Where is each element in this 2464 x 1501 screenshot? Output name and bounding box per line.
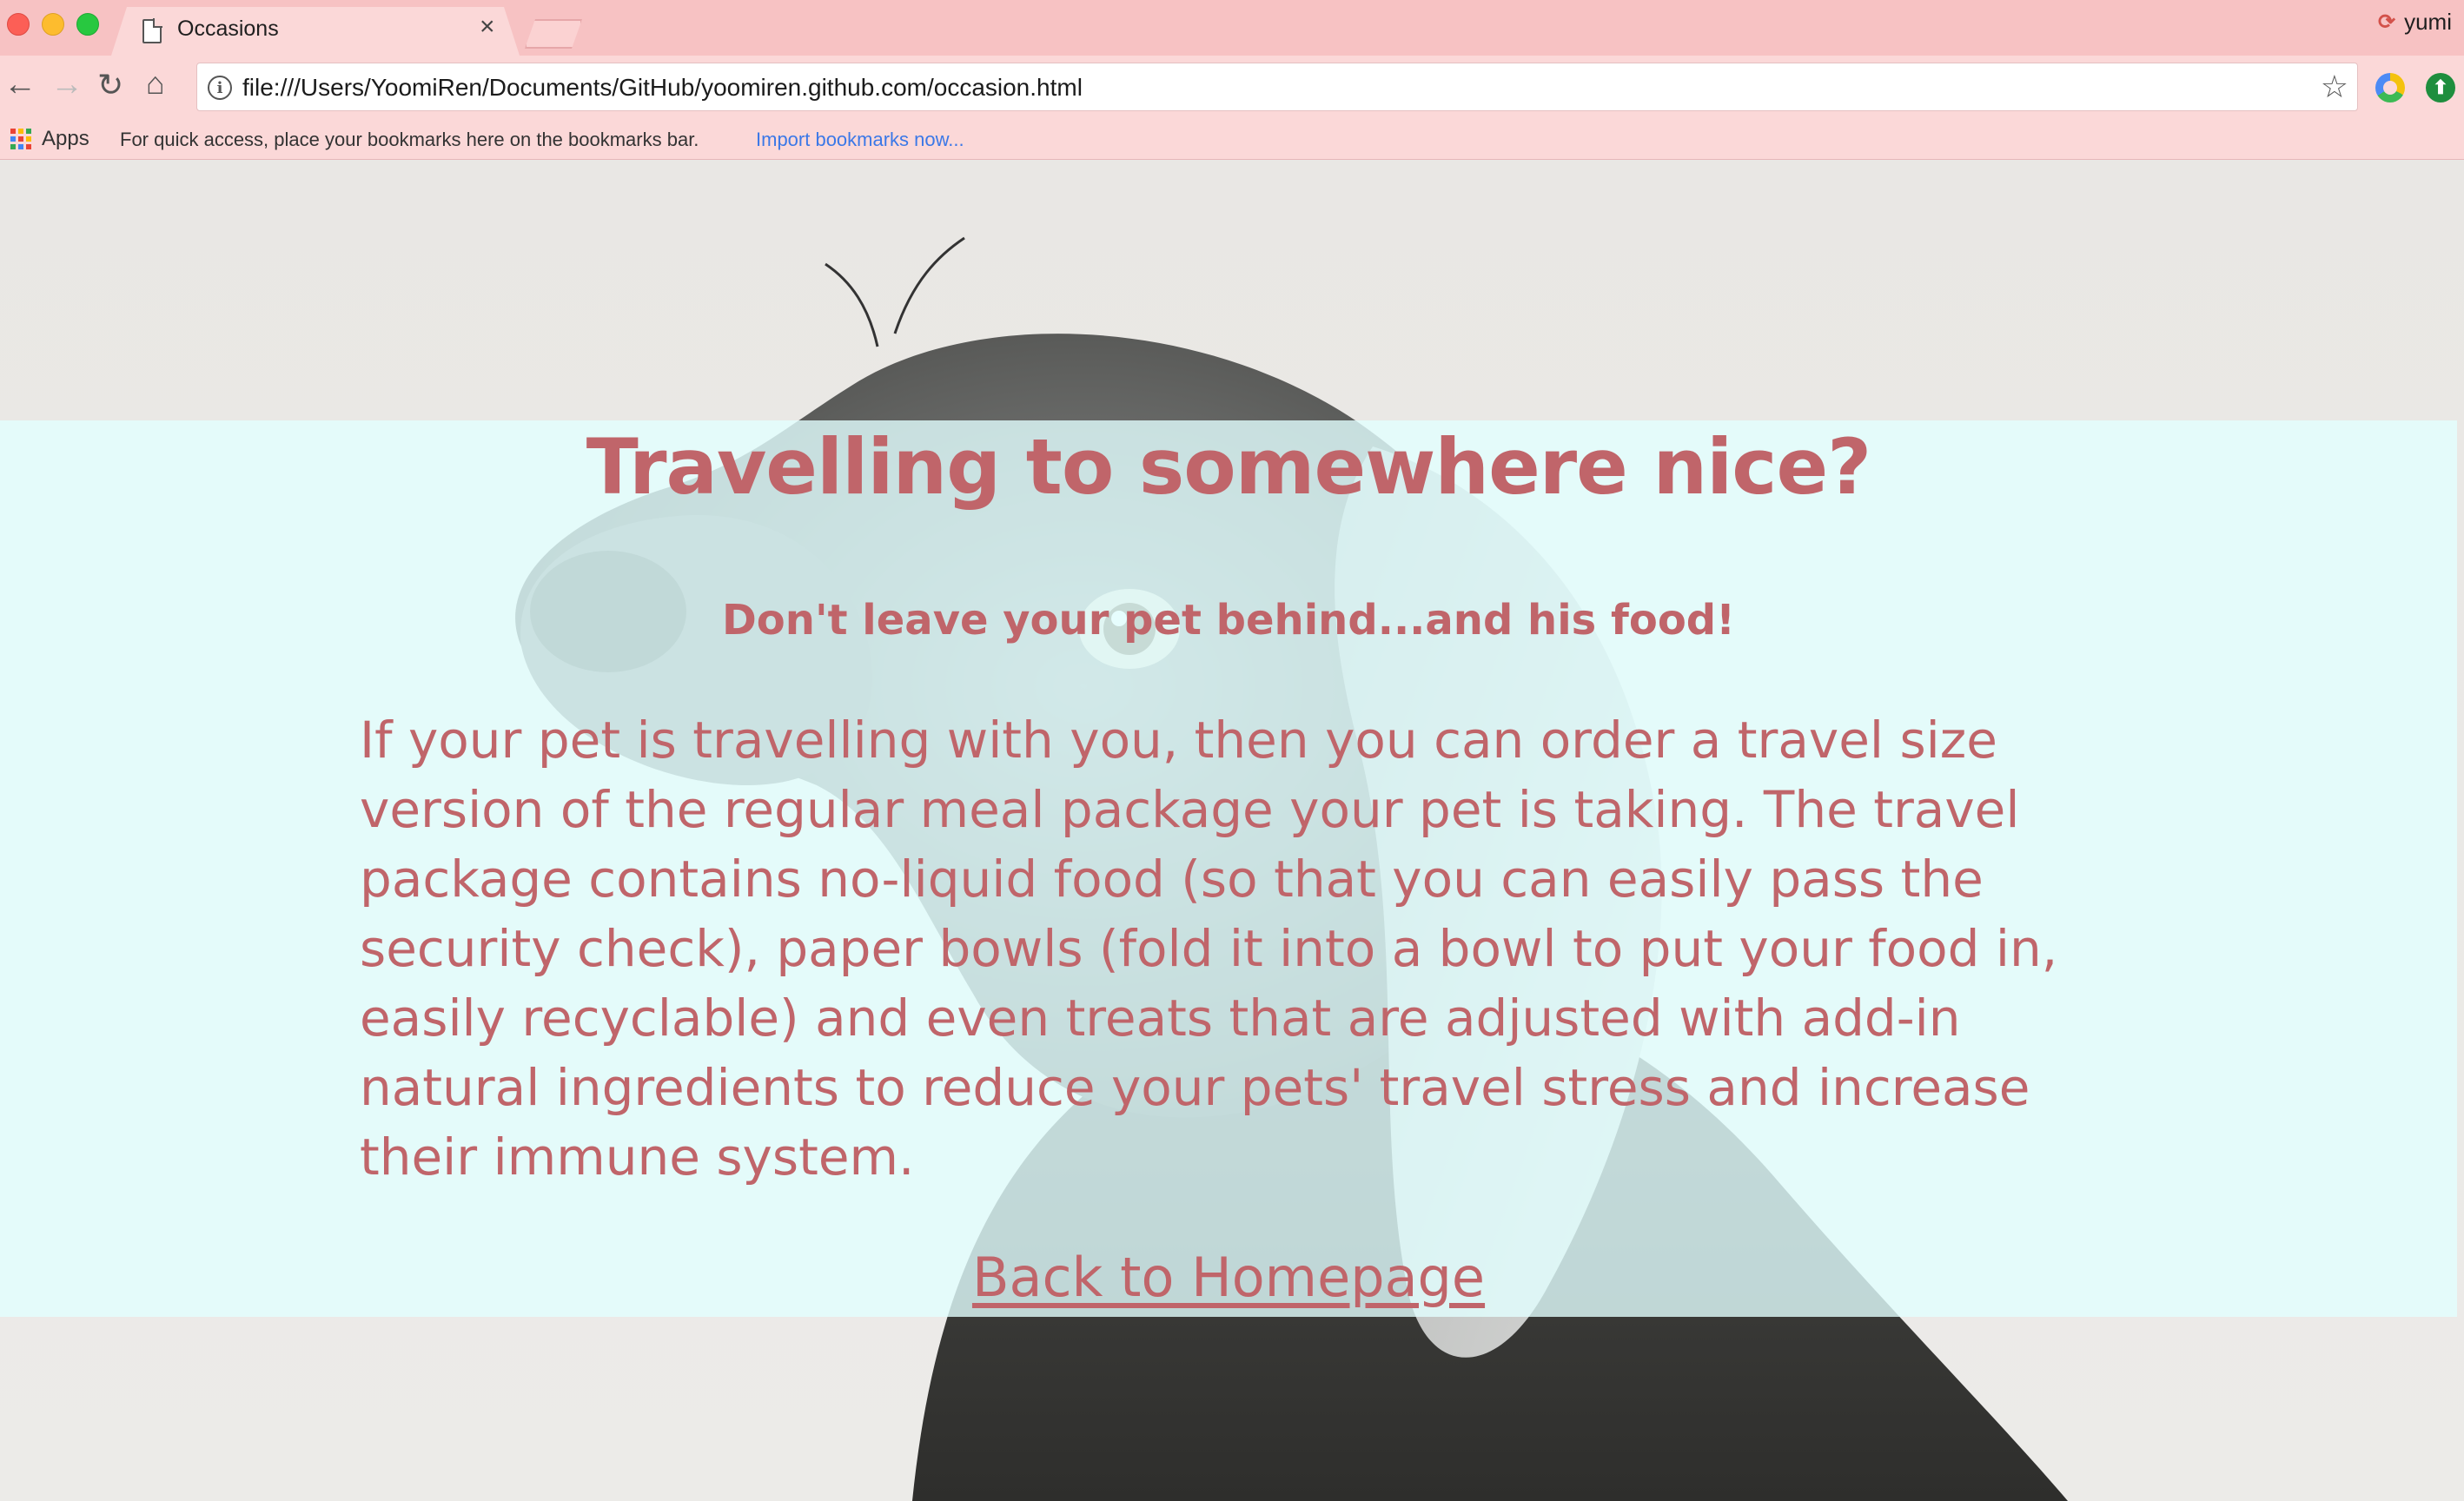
profile-button[interactable]: ⟳ yumi (2378, 9, 2452, 36)
description-paragraph: If your pet is travelling with you, then… (360, 711, 2058, 1187)
sync-paused-icon: ⟳ (2377, 10, 2396, 34)
extension-icon[interactable] (2375, 73, 2405, 102)
new-tab-button[interactable] (525, 19, 582, 49)
info-icon[interactable]: i (208, 76, 232, 100)
url-text[interactable]: file:///Users/YoomiRen/Documents/GitHub/… (242, 74, 1083, 102)
profile-name: yumi (2404, 9, 2452, 35)
bookmarks-bar: Apps For quick access, place your bookma… (0, 118, 2464, 160)
apps-shortcut[interactable]: Apps (42, 127, 89, 151)
close-tab-icon[interactable]: × (480, 14, 495, 40)
content-panel: Travelling to somewhere nice? Don't leav… (0, 420, 2457, 1317)
apps-grid-icon[interactable] (10, 129, 31, 149)
document-icon (142, 19, 162, 43)
browser-toolbar: ← → ↻ ⌂ i file:///Users/YoomiRen/Documen… (0, 56, 2464, 118)
back-button[interactable]: ← (3, 68, 36, 101)
close-window-button[interactable] (7, 13, 30, 36)
maximize-window-button[interactable] (76, 13, 99, 36)
page-title: Travelling to somewhere nice? (586, 422, 1871, 512)
reload-button[interactable]: ↻ (97, 69, 123, 101)
bookmarks-hint: For quick access, place your bookmarks h… (120, 129, 699, 150)
bookmark-star-icon[interactable]: ☆ (2321, 69, 2348, 105)
address-bar[interactable]: i file:///Users/YoomiRen/Documents/GitHu… (196, 63, 2358, 111)
forward-button[interactable]: → (50, 68, 83, 101)
home-button[interactable]: ⌂ (146, 68, 165, 99)
back-to-homepage-link[interactable]: Back to Homepage (0, 1246, 2457, 1309)
page-content: Travelling to somewhere nice? Don't leav… (0, 160, 2464, 1501)
tab-occasions[interactable]: Occasions × (111, 7, 520, 56)
import-bookmarks-link[interactable]: Import bookmarks now... (756, 129, 964, 151)
browser-titlebar: Occasions × ⟳ yumi (0, 0, 2464, 56)
tab-title: Occasions (177, 17, 279, 41)
update-icon[interactable]: ⬆ (2426, 73, 2455, 102)
minimize-window-button[interactable] (42, 13, 64, 36)
page-subtitle: Don't leave your pet behind...and his fo… (721, 596, 1736, 645)
